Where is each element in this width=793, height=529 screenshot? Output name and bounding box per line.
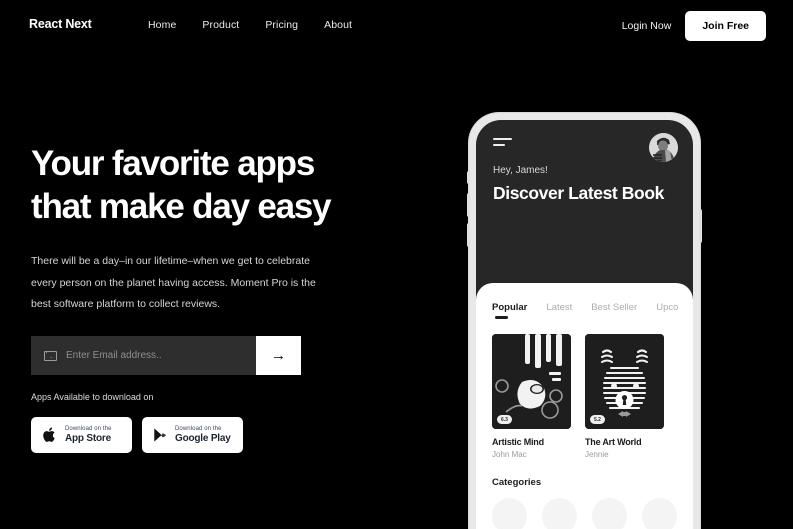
google-play-text: Download on the Google Play [175,426,231,444]
nav-links: Home Product Pricing About [148,19,352,31]
phone-volume-down-button [467,223,470,247]
top-navigation-bar: React Next Home Product Pricing About Lo… [0,0,793,50]
tab-best-seller[interactable]: Best Seller [591,302,637,313]
email-input-wrapper [31,336,256,375]
hero-heading-line-1: Your favorite apps [31,144,315,183]
app-store-text: Download on the App Store [65,426,112,444]
book-author: Jennie [585,450,609,459]
book-card[interactable]: 6.3 Artistic Mind John Mac [492,334,571,459]
phone-volume-up-button [467,193,470,217]
hero-description: There will be a day–in our lifetime–when… [31,255,316,311]
phone-power-button [699,209,702,243]
avatar[interactable] [649,133,678,162]
book-cover-the-art-world: 5.2 [585,334,664,429]
phone-mockup: Hey, James! Discover Latest Book Popular… [467,113,702,529]
category-item[interactable] [542,498,577,529]
book-rating-badge: 6.3 [497,415,512,424]
google-play-icon [154,428,166,442]
page-title: Your favorite apps that make day easy [31,143,431,228]
nav-link-home[interactable]: Home [148,19,176,31]
nav-link-pricing[interactable]: Pricing [265,19,298,31]
phone-mute-switch [467,171,470,184]
tab-latest[interactable]: Latest [546,302,572,313]
hero-section: Your favorite apps that make day easy Th… [31,143,431,316]
app-header: Hey, James! Discover Latest Book [476,120,693,283]
apps-available-label: Apps Available to download on [31,392,154,402]
categories-heading: Categories [492,477,542,488]
google-play-subtitle: Download on the [175,426,222,433]
category-tabs: Popular Latest Best Seller Upco [492,302,678,319]
book-title: The Art World [585,437,642,447]
tab-upcoming[interactable]: Upco [656,302,678,313]
book-cover-artistic-mind: 6.3 [492,334,571,429]
google-play-button[interactable]: Download on the Google Play [142,417,243,453]
book-list: 6.3 Artistic Mind John Mac 5.2 The Art W… [492,334,677,459]
apple-icon [43,427,55,442]
category-item[interactable] [492,498,527,529]
login-link[interactable]: Login Now [622,20,672,32]
book-author: John Mac [492,450,527,459]
app-store-button[interactable]: Download on the App Store [31,417,132,453]
app-title: Discover Latest Book [493,183,664,204]
categories-row [492,498,677,529]
join-free-button[interactable]: Join Free [685,11,766,41]
email-signup-form: → [31,336,301,375]
book-card[interactable]: 5.2 The Art World Jennie [585,334,664,459]
nav-link-about[interactable]: About [324,19,352,31]
app-store-title: App Store [65,432,111,444]
greeting-text: Hey, James! [493,165,548,177]
book-rating-badge: 5.2 [590,415,605,424]
phone-screen: Hey, James! Discover Latest Book Popular… [476,120,693,529]
hero-heading-line-2: that make day easy [31,186,332,226]
nav-actions: Login Now Join Free [622,11,766,41]
brand-logo[interactable]: React Next [29,17,92,31]
hamburger-menu-icon[interactable] [493,138,512,147]
submit-arrow-button[interactable]: → [256,336,301,375]
category-item[interactable] [592,498,627,529]
landing-page: React Next Home Product Pricing About Lo… [0,0,793,529]
app-store-subtitle: Download on the [65,426,112,433]
nav-link-product[interactable]: Product [202,19,239,31]
tab-popular[interactable]: Popular [492,302,527,319]
google-play-title: Google Play [175,432,231,444]
mail-icon [44,350,57,361]
app-store-badges: Download on the App Store Download on th… [31,417,243,453]
category-item[interactable] [642,498,677,529]
book-title: Artistic Mind [492,437,544,447]
app-content: Popular Latest Best Seller Upco 6.3 Arti… [476,283,693,529]
email-input[interactable] [66,350,256,361]
